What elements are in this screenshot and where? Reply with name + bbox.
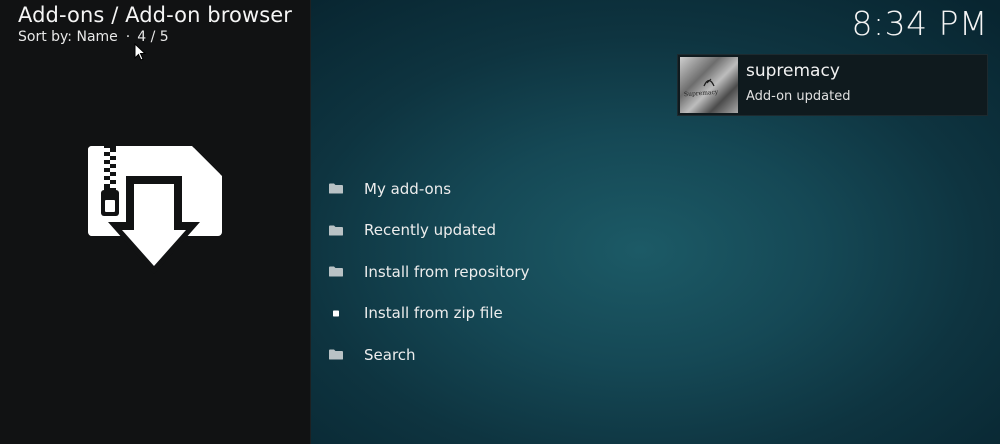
notification-title: supremacy [746,61,840,81]
menu-item-label: My add-ons [364,179,452,198]
notification-toast[interactable]: Supremacy supremacy Add-on updated [677,54,988,116]
folder-icon [329,183,343,194]
menu-item-label: Install from zip file [364,304,503,323]
menu-item-install-from-repository[interactable]: Install from repository [326,251,726,293]
menu-item-label: Install from repository [364,262,530,281]
menu-item-recently-updated[interactable]: Recently updated [326,210,726,252]
menu-item-search[interactable]: Search [326,334,726,376]
separator-dot: · [125,29,131,45]
sort-label: Sort by: Name [18,29,118,45]
addon-thumbnail: Supremacy [680,57,738,113]
addon-browser-menu: My add-ons Recently updated Install from… [326,168,726,376]
menu-item-my-addons[interactable]: My add-ons [326,168,726,210]
zip-download-icon [88,146,222,274]
menu-item-install-from-zip[interactable]: Install from zip file [326,293,726,335]
clock: 8:34 PM [851,4,988,43]
square-bullet-icon [329,308,343,319]
menu-item-label: Search [364,345,416,364]
folder-icon [329,266,343,277]
addon-logo-icon [703,78,715,87]
notification-subtitle: Add-on updated [746,89,851,104]
menu-item-label: Recently updated [364,221,497,240]
left-panel: Add-ons / Add-on browser Sort by: Name · 4… [0,0,311,444]
folder-icon [329,349,343,360]
breadcrumb: Add-ons / Add-on browser [18,3,293,27]
addon-thumbnail-text: Supremacy [683,88,719,99]
folder-icon [329,225,343,236]
mouse-cursor-icon [134,43,146,61]
sort-info[interactable]: Sort by: Name · 4 / 5 [18,29,169,45]
